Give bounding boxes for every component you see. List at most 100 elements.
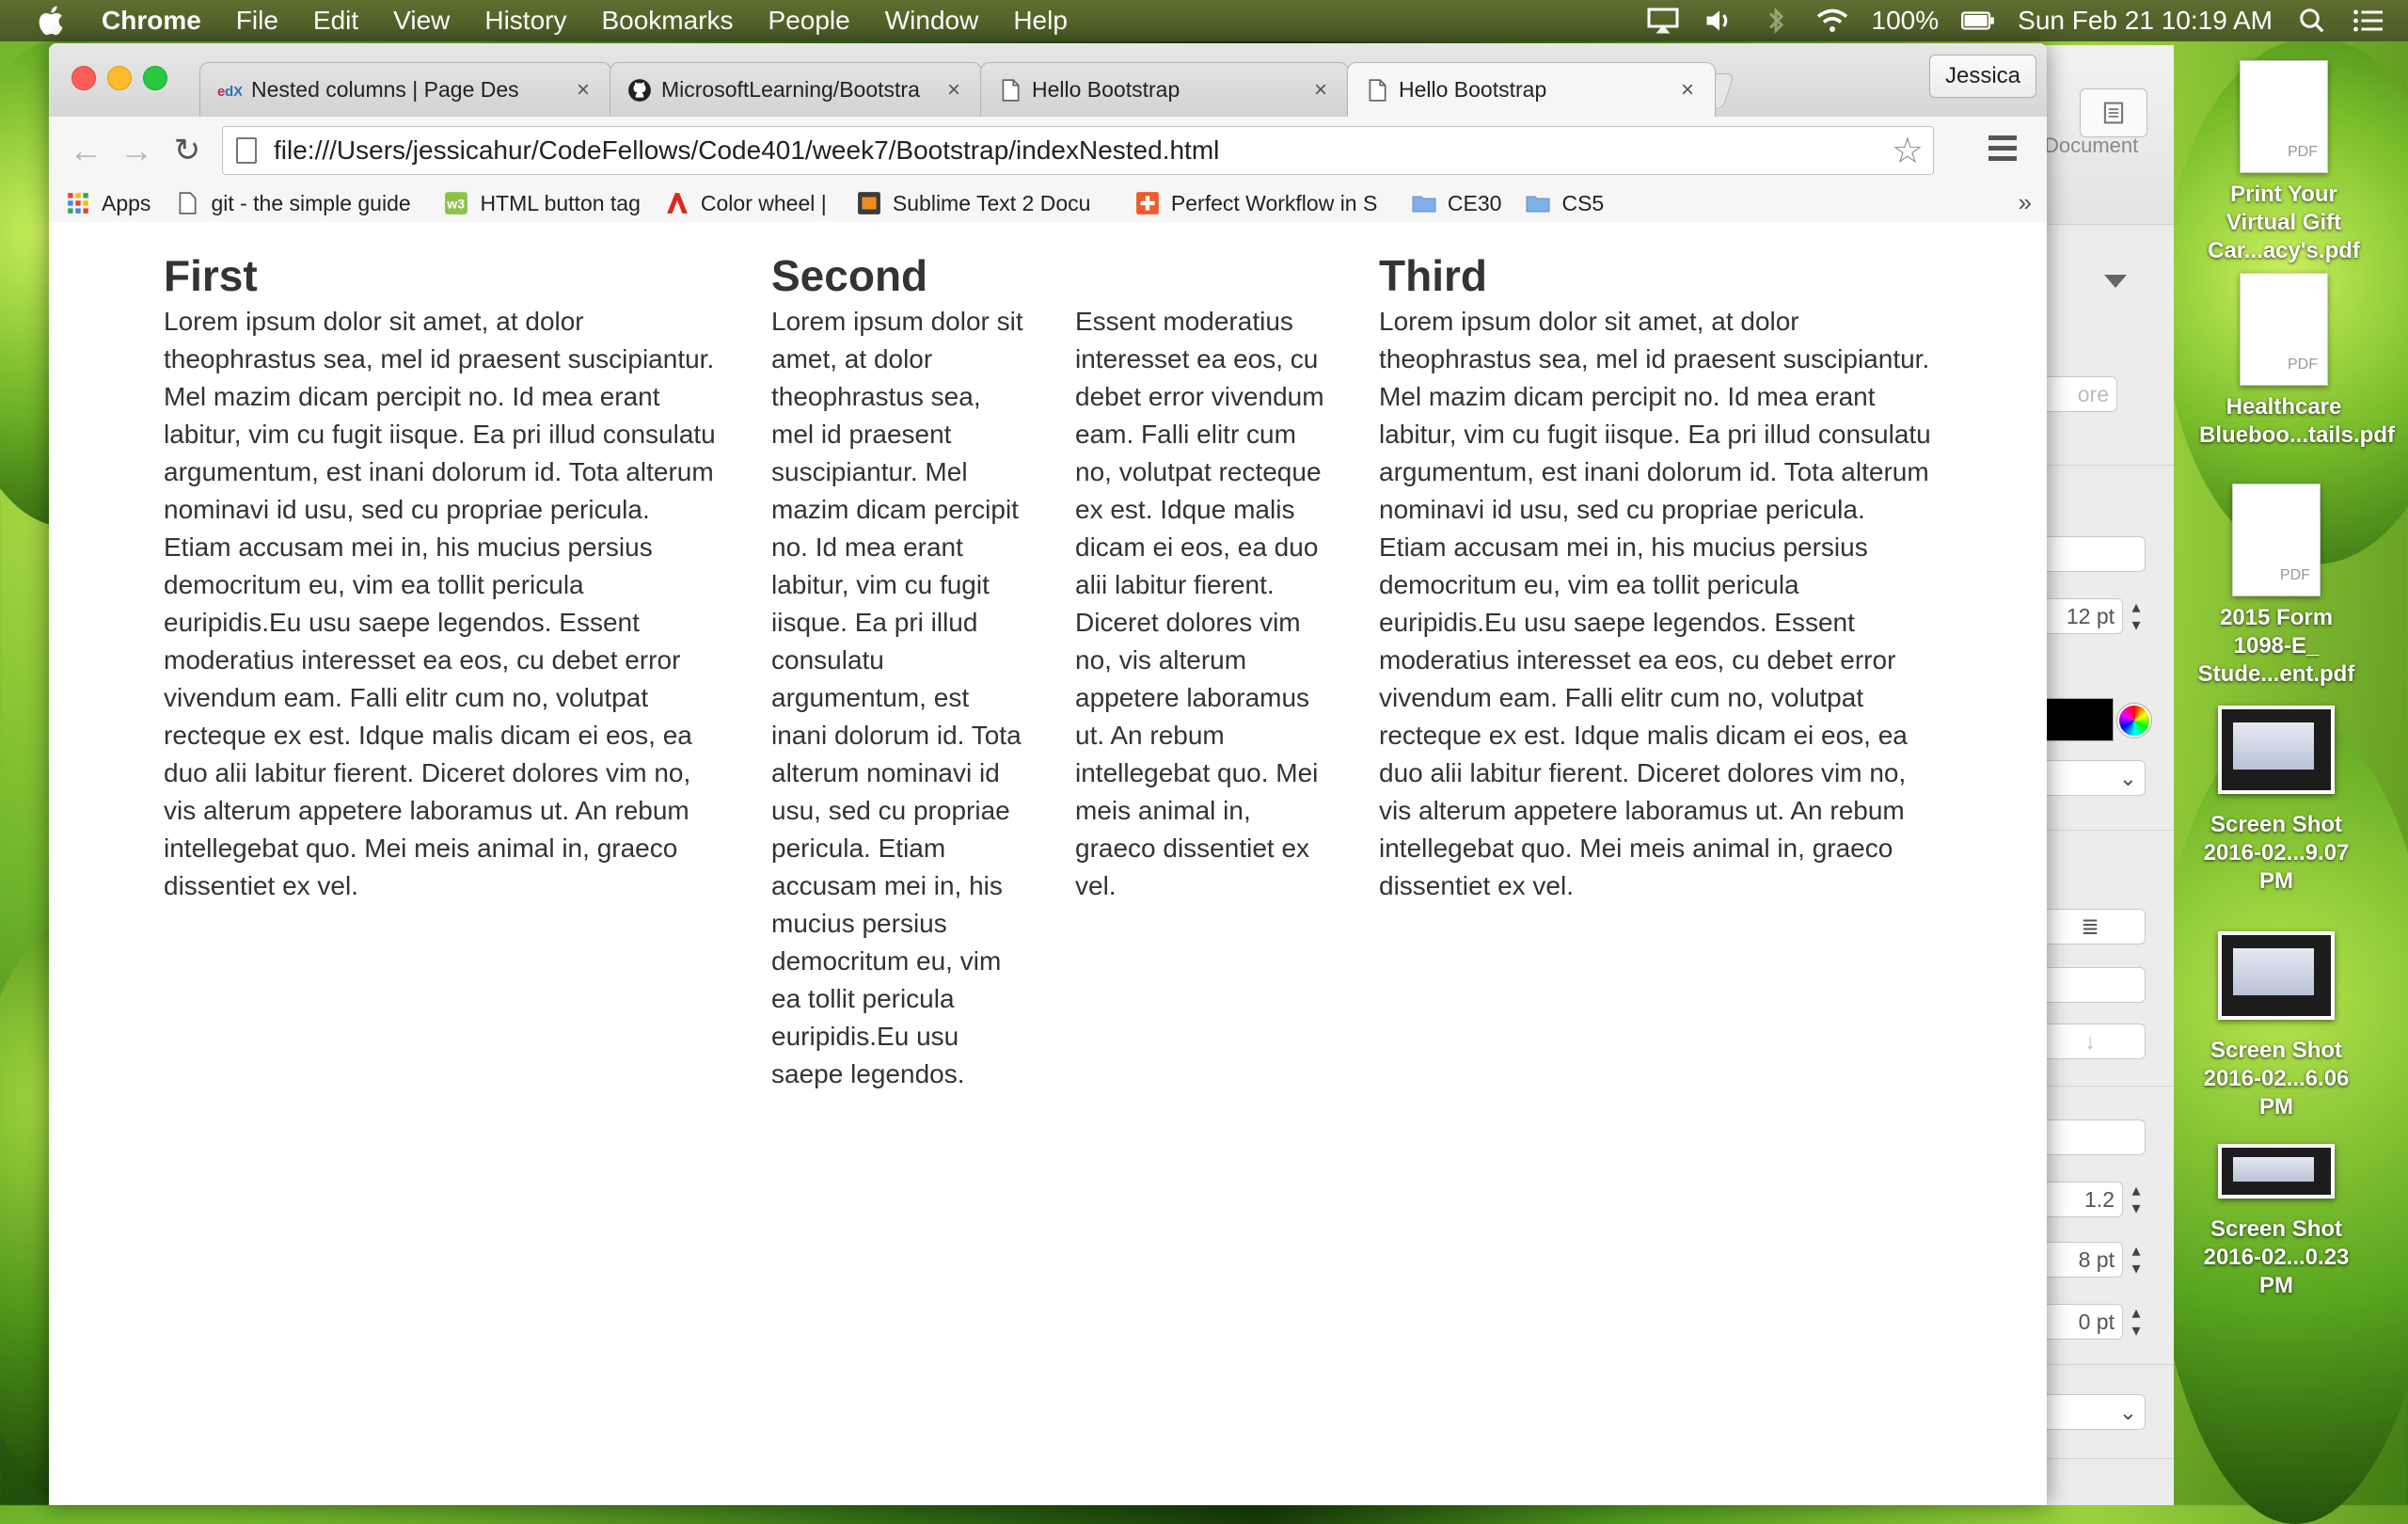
screenshot-file-icon bbox=[2218, 931, 2335, 1020]
desktop-file[interactable]: PDF Print Your Virtual Gift Car...acy's.… bbox=[2199, 60, 2368, 265]
tab-title: Hello Bootstrap bbox=[1399, 77, 1547, 102]
heading-second: Second bbox=[771, 251, 928, 300]
bluetooth-icon[interactable] bbox=[1759, 7, 1793, 35]
tab-hello-bootstrap-1[interactable]: Hello Bootstrap × bbox=[980, 62, 1349, 117]
volume-icon[interactable] bbox=[1703, 7, 1736, 35]
tab-close-icon[interactable]: × bbox=[1310, 77, 1331, 103]
bookmark-star-icon[interactable]: ☆ bbox=[1892, 130, 1924, 172]
address-bar[interactable]: file:///Users/jessicahur/CodeFellows/Cod… bbox=[222, 126, 1934, 175]
chrome-window: e dX Nested columns | Page Des × Microsof… bbox=[49, 43, 2047, 1505]
space-after-field[interactable]: 0 pt bbox=[2042, 1304, 2123, 1340]
bookmark-html-button-tag[interactable]: w3 HTML button tag bbox=[444, 190, 641, 216]
tab-title: MicrosoftLearning/Bootstra bbox=[661, 77, 920, 102]
document-icon bbox=[2103, 102, 2124, 124]
download-icon[interactable]: ↓ bbox=[2042, 1024, 2146, 1059]
desktop-file[interactable]: PDF 2015 Form 1098-E_ Stude...ent.pdf bbox=[2192, 484, 2361, 689]
bookmark-label: Perfect Workflow in S bbox=[1170, 190, 1378, 215]
browser-toolbar: ← → ↻ file:///Users/jessicahur/CodeFello… bbox=[49, 117, 2047, 185]
menu-help[interactable]: Help bbox=[1013, 6, 1068, 36]
bookmarks-overflow-chevron-icon[interactable]: » bbox=[2019, 188, 2032, 217]
svg-text:dX: dX bbox=[225, 84, 242, 100]
document-button[interactable] bbox=[2080, 88, 2147, 137]
pdf-file-icon: PDF bbox=[2240, 60, 2328, 173]
bookmark-git-guide[interactable]: git - the simple guide bbox=[175, 191, 420, 216]
bookmark-color-wheel[interactable]: Color wheel | Color s bbox=[665, 191, 832, 216]
menu-app-chrome[interactable]: Chrome bbox=[102, 6, 201, 36]
reload-icon[interactable]: ↻ bbox=[166, 130, 209, 171]
tab-title: Nested columns | Page Des bbox=[251, 77, 519, 102]
window-zoom-button[interactable] bbox=[143, 66, 167, 90]
menu-view[interactable]: View bbox=[393, 6, 450, 36]
space-before-field[interactable]: 8 pt bbox=[2042, 1242, 2123, 1278]
airplay-icon[interactable] bbox=[1646, 7, 1680, 35]
bookmark-label: CS5 bbox=[1561, 190, 1605, 215]
menu-history[interactable]: History bbox=[484, 6, 566, 36]
menu-bookmarks[interactable]: Bookmarks bbox=[601, 6, 733, 36]
svg-text:w3: w3 bbox=[447, 196, 466, 211]
list-style-select[interactable]: ⌄ bbox=[2042, 1394, 2146, 1430]
heading-first: First bbox=[164, 251, 258, 300]
bookmark-folder-cs5[interactable]: CS5 bbox=[1526, 191, 1604, 216]
notification-center-icon[interactable] bbox=[2352, 7, 2385, 35]
space-after-stepper[interactable]: ▴ ▾ bbox=[2127, 1304, 2146, 1340]
menu-edit[interactable]: Edit bbox=[313, 6, 358, 36]
character-style-select[interactable]: ⌄ bbox=[2042, 760, 2146, 796]
battery-icon[interactable] bbox=[1961, 7, 1995, 35]
space-before-stepper[interactable]: ▴ ▾ bbox=[2127, 1242, 2146, 1278]
bookmark-perfect-workflow[interactable]: Perfect Workflow in S bbox=[1135, 191, 1387, 216]
chrome-menu-icon[interactable] bbox=[1988, 135, 2017, 164]
battery-percentage: 100% bbox=[1871, 6, 1940, 35]
menu-bar: Chrome File Edit View History Bookmarks … bbox=[0, 0, 2408, 41]
tab-close-icon[interactable]: × bbox=[943, 77, 964, 103]
desktop-file[interactable]: Screen Shot 2016-02...9.07 PM bbox=[2192, 706, 2361, 896]
disclosure-triangle-icon[interactable] bbox=[2104, 275, 2127, 288]
font-style-select[interactable] bbox=[2042, 536, 2146, 572]
url-text[interactable]: file:///Users/jessicahur/CodeFellows/Cod… bbox=[274, 135, 1892, 166]
window-close-button[interactable] bbox=[71, 66, 96, 90]
bookmark-label: HTML button tag bbox=[480, 190, 641, 215]
alignment-justify-button[interactable]: ≣ bbox=[2042, 909, 2146, 945]
pdf-file-icon: PDF bbox=[2240, 273, 2328, 386]
font-size-field[interactable]: 12 pt bbox=[2042, 598, 2123, 634]
menubar-clock[interactable]: Sun Feb 21 10:19 AM bbox=[2018, 6, 2273, 36]
text-color-well[interactable] bbox=[2042, 698, 2114, 741]
paragraph-first: Lorem ipsum dolor sit amet, at dolor the… bbox=[164, 307, 716, 900]
tab-microsoft-learning[interactable]: MicrosoftLearning/Bootstra × bbox=[610, 62, 982, 117]
tab-nested-columns[interactable]: e dX Nested columns | Page Des × bbox=[199, 62, 611, 117]
desktop-file-label: Screen Shot 2016-02...9.07 PM bbox=[2203, 812, 2350, 894]
tab-close-icon[interactable]: × bbox=[1677, 77, 1698, 103]
bookmark-folder-ce30[interactable]: CE30 bbox=[1412, 190, 1502, 216]
menu-people[interactable]: People bbox=[768, 6, 850, 36]
font-size-stepper[interactable]: ▴ ▾ bbox=[2127, 598, 2146, 634]
desktop-file[interactable]: PDF Healthcare Blueboo...tails.pdf bbox=[2199, 273, 2395, 450]
indent-field[interactable] bbox=[2042, 967, 2146, 1003]
wifi-icon[interactable] bbox=[1815, 7, 1849, 35]
bookmark-apps[interactable]: Apps bbox=[66, 191, 150, 216]
apple-logo-icon[interactable] bbox=[36, 4, 70, 38]
spotlight-search-icon[interactable] bbox=[2295, 7, 2329, 35]
more-button[interactable]: ore bbox=[2042, 376, 2117, 412]
desktop-file[interactable]: Screen Shot 2016-02...0.23 PM bbox=[2192, 1144, 2361, 1300]
tab-hello-bootstrap-active[interactable]: Hello Bootstrap × bbox=[1347, 62, 1716, 117]
back-arrow-icon[interactable]: ← bbox=[64, 130, 107, 171]
page-content: First Lorem ipsum dolor sit amet, at dol… bbox=[49, 222, 2047, 1505]
menu-file[interactable]: File bbox=[236, 6, 278, 36]
screenshot-file-icon bbox=[2218, 706, 2335, 794]
paragraph-third: Lorem ipsum dolor sit amet, at dolor the… bbox=[1379, 307, 1931, 900]
bookmark-sublime-docs[interactable]: Sublime Text 2 Docu bbox=[857, 191, 1111, 216]
tab-strip: e dX Nested columns | Page Des × Microsof… bbox=[49, 43, 2047, 117]
color-wheel-icon[interactable] bbox=[2117, 704, 2151, 738]
tab-close-icon[interactable]: × bbox=[573, 77, 594, 103]
spacing-select[interactable] bbox=[2042, 1119, 2146, 1155]
pdf-file-icon: PDF bbox=[2232, 484, 2321, 596]
desktop-file-label: Screen Shot 2016-02...6.06 PM bbox=[2203, 1038, 2350, 1119]
window-minimize-button[interactable] bbox=[107, 66, 132, 90]
forward-arrow-icon[interactable]: → bbox=[115, 130, 158, 171]
profile-button[interactable]: Jessica bbox=[1929, 55, 2036, 98]
menu-window[interactable]: Window bbox=[885, 6, 979, 36]
desktop-file[interactable]: Screen Shot 2016-02...6.06 PM bbox=[2192, 931, 2361, 1121]
bookmark-label: CE30 bbox=[1447, 190, 1502, 215]
bookmark-label: git - the simple guide bbox=[211, 190, 411, 215]
line-spacing-stepper[interactable]: ▴ ▾ bbox=[2127, 1182, 2146, 1217]
line-spacing-field[interactable]: 1.2 bbox=[2042, 1182, 2123, 1217]
